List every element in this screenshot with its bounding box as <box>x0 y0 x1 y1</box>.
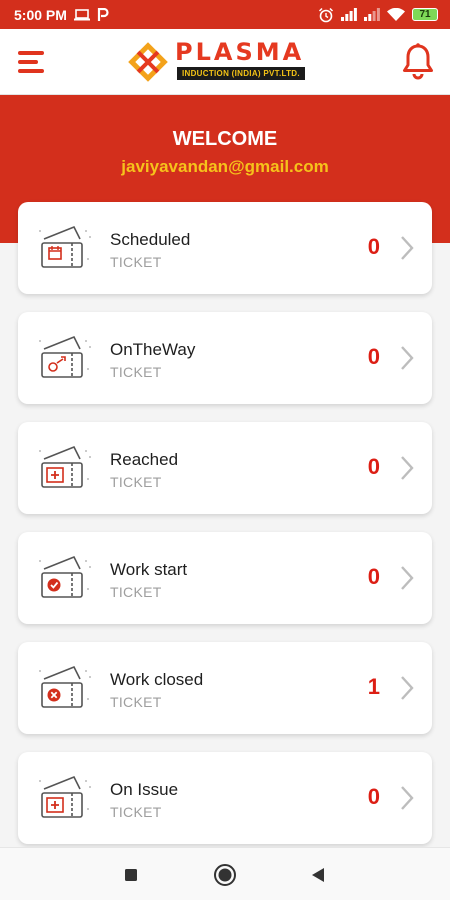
ticket-count: 0 <box>367 564 380 589</box>
ticket-subtitle: TICKET <box>110 804 162 820</box>
ticket-card-work-start[interactable]: Work start TICKET 0 <box>18 532 432 624</box>
menu-button[interactable] <box>16 45 48 79</box>
welcome-title: WELCOME <box>172 128 278 150</box>
chevron-right-icon <box>401 456 414 480</box>
ticket-title: Work start <box>110 560 188 579</box>
ticket-subtitle: TICKET <box>110 694 162 710</box>
ticket-title: Reached <box>110 450 179 469</box>
app-header: PLASMA INDUCTION (INDIA) PVT.LTD. <box>0 29 450 95</box>
signal-icon <box>341 8 357 21</box>
plasma-logo: PLASMA INDUCTION (INDIA) PVT.LTD. <box>125 39 330 85</box>
ticket-card-reached[interactable]: Reached TICKET 0 <box>18 422 432 514</box>
medical-ticket-icon <box>36 437 98 499</box>
close-ticket-icon <box>36 657 98 719</box>
ticket-card-work-closed[interactable]: Work closed TICKET 1 <box>18 642 432 734</box>
system-nav-bar <box>0 847 450 900</box>
user-email: javiyavandan@gmail.com <box>121 157 329 176</box>
chevron-right-icon <box>401 676 414 700</box>
logo-text: PLASMA <box>175 38 305 66</box>
chevron-right-icon <box>401 566 414 590</box>
ticket-count: 0 <box>367 784 380 809</box>
ticket-card-on-issue[interactable]: On Issue TICKET 0 <box>18 752 432 844</box>
check-ticket-icon <box>36 547 98 609</box>
ticket-count: 1 <box>367 674 380 699</box>
ticket-count: 0 <box>367 454 380 479</box>
laptop-icon <box>73 8 90 21</box>
wifi-icon <box>387 8 405 21</box>
battery-icon: 71 <box>412 8 438 21</box>
ticket-count: 0 <box>367 344 380 369</box>
medical-ticket-icon <box>36 767 98 829</box>
chevron-right-icon <box>401 786 414 810</box>
ticket-title: OnTheWay <box>110 340 196 359</box>
alarm-icon <box>318 7 334 23</box>
recents-button[interactable] <box>118 862 144 888</box>
ticket-subtitle: TICKET <box>110 474 162 490</box>
delivery-ticket-icon <box>36 327 98 389</box>
ticket-title: Work closed <box>110 670 204 689</box>
home-button[interactable] <box>212 862 238 888</box>
ticket-subtitle: TICKET <box>110 584 162 600</box>
ticket-subtitle: TICKET <box>110 364 162 380</box>
p-app-icon <box>97 7 109 22</box>
calendar-ticket-icon <box>36 217 98 279</box>
ticket-count: 0 <box>367 234 380 259</box>
ticket-subtitle: TICKET <box>110 254 162 270</box>
ticket-title: Scheduled <box>110 230 191 249</box>
back-button[interactable] <box>305 862 331 888</box>
status-bar: 5:00 PM 71 <box>0 0 450 29</box>
ticket-title: On Issue <box>110 780 179 799</box>
plasma-logo-mark <box>128 42 168 82</box>
ticket-card-scheduled[interactable]: Scheduled TICKET 0 <box>18 202 432 294</box>
ticket-card-ontheway[interactable]: OnTheWay TICKET 0 <box>18 312 432 404</box>
chevron-right-icon <box>401 236 414 260</box>
signal-icon <box>364 8 380 21</box>
status-time: 5:00 PM <box>14 6 67 23</box>
chevron-right-icon <box>401 346 414 370</box>
logo-subtitle: INDUCTION (INDIA) PVT.LTD. <box>177 67 305 80</box>
bell-icon[interactable] <box>400 42 436 80</box>
